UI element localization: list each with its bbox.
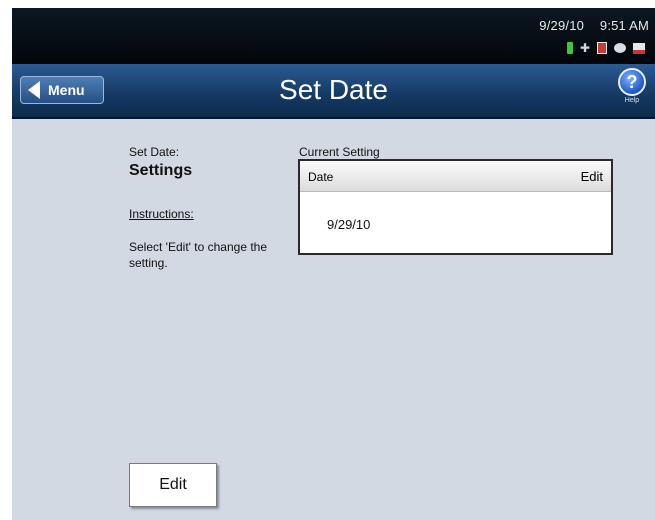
- title-bar: Menu Set Date ? Help: [12, 64, 655, 119]
- help-icon: ?: [618, 68, 646, 96]
- plug-icon: ✚: [579, 41, 590, 55]
- status-datetime: 9/29/10 9:51 AM: [527, 18, 649, 33]
- current-setting-header: Date Edit: [300, 161, 611, 192]
- page-title: Set Date: [279, 74, 388, 105]
- help-button[interactable]: ? Help: [615, 68, 649, 112]
- setting-caption: Set Date:: [129, 145, 180, 159]
- instructions-label: Instructions:: [129, 207, 194, 221]
- edit-button[interactable]: Edit: [129, 463, 217, 507]
- current-date-value: 9/29/10: [327, 217, 371, 232]
- status-bar: 9/29/10 9:51 AM ✚: [12, 8, 655, 64]
- battery-icon: [566, 42, 573, 54]
- current-setting-caption: Current Setting: [299, 145, 380, 159]
- instructions-text: Select 'Edit' to change the setting.: [129, 240, 268, 270]
- settings-heading: Settings: [129, 162, 193, 179]
- status-icons: ✚: [566, 41, 645, 55]
- status-time: 9:51 AM: [599, 18, 649, 33]
- column-edit-label: Edit: [580, 169, 603, 184]
- signal-icon: [614, 43, 626, 53]
- main-content: Set Date: Settings Instructions: Select …: [12, 119, 655, 520]
- document-icon: [597, 42, 607, 54]
- current-setting-table: Date Edit 9/29/10: [298, 159, 613, 255]
- column-date-label: Date: [308, 170, 334, 184]
- status-date: 9/29/10: [539, 18, 585, 33]
- help-label: Help: [624, 97, 640, 104]
- printer-icon: [633, 42, 645, 54]
